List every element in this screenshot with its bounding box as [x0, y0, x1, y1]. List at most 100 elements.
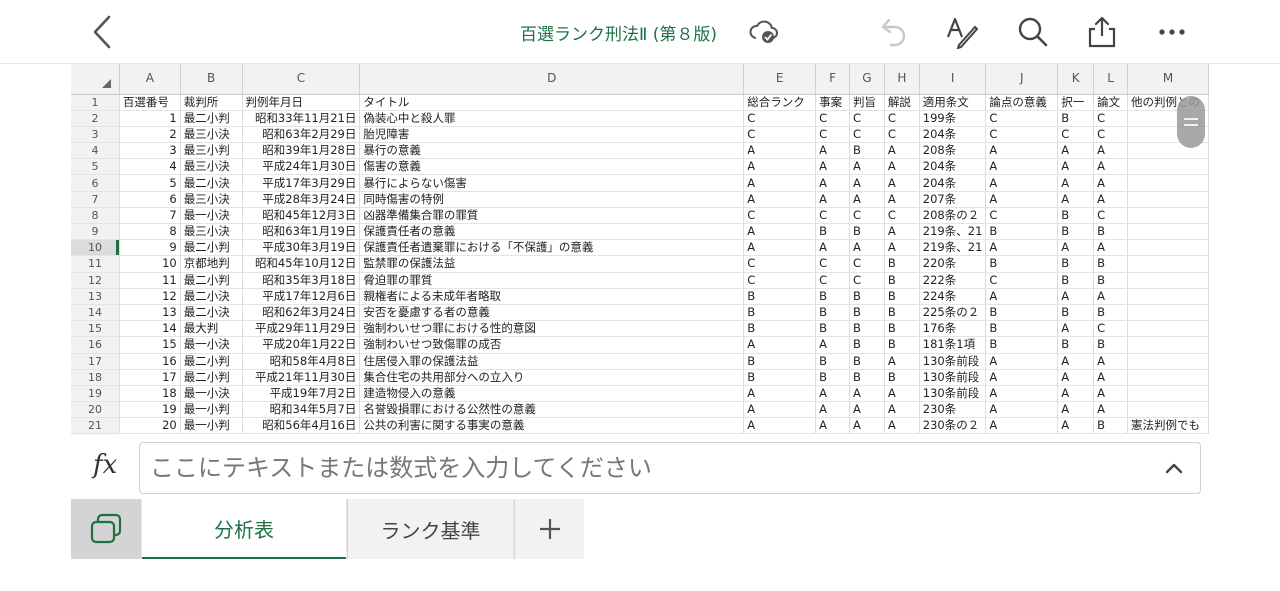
- cell-J[interactable]: A: [985, 191, 1059, 208]
- cell-F[interactable]: B: [815, 369, 851, 386]
- cell-G[interactable]: B: [849, 336, 885, 354]
- cell-E[interactable]: B: [743, 304, 817, 322]
- cell-F[interactable]: B: [815, 288, 851, 305]
- cell-C[interactable]: 昭和56年4月16日: [242, 417, 361, 435]
- cell-K[interactable]: A: [1057, 401, 1095, 419]
- cell-E[interactable]: A: [743, 401, 817, 419]
- cell-H[interactable]: A: [884, 239, 920, 257]
- cell-L[interactable]: C: [1093, 126, 1129, 144]
- column-header-M[interactable]: M: [1127, 64, 1209, 95]
- cell-A[interactable]: 8: [119, 223, 181, 241]
- search-icon[interactable]: [1011, 10, 1055, 54]
- cell-D[interactable]: 偽装心中と殺人罪: [359, 110, 745, 127]
- row-header[interactable]: 6: [71, 174, 120, 192]
- cell-J[interactable]: B: [985, 223, 1059, 241]
- cell-D[interactable]: 監禁罪の保護法益: [359, 255, 745, 273]
- cell-H[interactable]: C: [884, 126, 920, 144]
- cell-G[interactable]: B: [849, 288, 885, 305]
- cell-C[interactable]: 昭和63年1月19日: [242, 223, 361, 241]
- cell-I[interactable]: 230条: [919, 401, 987, 419]
- cell-E[interactable]: A: [743, 336, 817, 354]
- cell-A[interactable]: 1: [119, 110, 181, 127]
- cell-J[interactable]: C: [985, 207, 1059, 225]
- cell-C[interactable]: 昭和63年2月29日: [242, 126, 361, 144]
- cell-I[interactable]: 208条の２: [919, 207, 987, 225]
- cell-F[interactable]: A: [815, 417, 851, 435]
- cell-B[interactable]: 最一小判: [180, 401, 243, 419]
- cell-G[interactable]: B: [849, 369, 885, 386]
- cell-F[interactable]: C: [815, 110, 851, 127]
- row-header[interactable]: 8: [71, 207, 120, 225]
- spreadsheet-grid[interactable]: ABCDEFGHIJKLM 1 百選番号 裁判所 判例年月日 タイトル 総合ランク 事案 判旨…: [71, 64, 1209, 439]
- cell-H[interactable]: A: [884, 174, 920, 192]
- cell-K[interactable]: A: [1057, 239, 1095, 257]
- cell-I[interactable]: 181条1項: [919, 336, 987, 354]
- cell-D[interactable]: 同時傷害の特例: [359, 191, 745, 208]
- cell-D[interactable]: 暴行の意義: [359, 142, 745, 160]
- cell-D[interactable]: 胎児障害: [359, 126, 745, 144]
- cell-K[interactable]: A: [1057, 191, 1095, 208]
- cell-L[interactable]: A: [1093, 353, 1129, 370]
- cell-B[interactable]: 最一小決: [180, 385, 243, 403]
- select-all-corner[interactable]: [71, 64, 120, 95]
- cell-A[interactable]: 13: [119, 304, 181, 322]
- cell-J[interactable]: A: [985, 401, 1059, 419]
- cell-J[interactable]: A: [985, 385, 1059, 403]
- cell-L[interactable]: A: [1093, 142, 1129, 160]
- cell-H[interactable]: 解説: [884, 94, 920, 111]
- cell-G[interactable]: A: [849, 158, 885, 176]
- cell-G[interactable]: B: [849, 353, 885, 370]
- row-header[interactable]: 21: [71, 417, 120, 435]
- cell-I[interactable]: 219条、21: [919, 223, 987, 241]
- cell-G[interactable]: 判旨: [849, 94, 885, 111]
- column-header-J[interactable]: J: [985, 64, 1059, 95]
- cell-M[interactable]: [1127, 336, 1209, 354]
- column-header-H[interactable]: H: [884, 64, 920, 95]
- cell-M[interactable]: [1127, 320, 1209, 338]
- cell-G[interactable]: A: [849, 401, 885, 419]
- cell-I[interactable]: 204条: [919, 174, 987, 192]
- cell-F[interactable]: 事案: [815, 94, 851, 111]
- cell-K[interactable]: A: [1057, 174, 1095, 192]
- cell-A[interactable]: 7: [119, 207, 181, 225]
- cell-D[interactable]: タイトル: [359, 94, 745, 111]
- cell-G[interactable]: A: [849, 385, 885, 403]
- cell-B[interactable]: 最二小判: [180, 239, 243, 257]
- cell-I[interactable]: 199条: [919, 110, 987, 127]
- cell-B[interactable]: 最三小決: [180, 126, 243, 144]
- back-chevron-icon[interactable]: [80, 10, 124, 54]
- cloud-synced-icon[interactable]: [742, 10, 786, 54]
- column-header-E[interactable]: E: [743, 64, 817, 95]
- cell-G[interactable]: A: [849, 239, 885, 257]
- cell-F[interactable]: A: [815, 336, 851, 354]
- cell-A[interactable]: 16: [119, 353, 181, 370]
- cell-C[interactable]: 昭和58年4月8日: [242, 353, 361, 370]
- cell-H[interactable]: B: [884, 288, 920, 305]
- cell-E[interactable]: C: [743, 272, 817, 289]
- column-header-F[interactable]: F: [815, 64, 851, 95]
- cell-M[interactable]: [1127, 191, 1209, 208]
- cell-J[interactable]: 論点の意義: [985, 94, 1059, 111]
- cell-K[interactable]: A: [1057, 158, 1095, 176]
- cell-B[interactable]: 最一小判: [180, 417, 243, 435]
- cell-G[interactable]: B: [849, 320, 885, 338]
- cell-L[interactable]: A: [1093, 158, 1129, 176]
- cell-D[interactable]: 保護責任者遺棄罪における「不保護」の意義: [359, 239, 745, 257]
- row-header[interactable]: 10: [71, 239, 120, 257]
- row-header[interactable]: 13: [71, 288, 120, 305]
- cell-C[interactable]: 昭和39年1月28日: [242, 142, 361, 160]
- cell-L[interactable]: B: [1093, 304, 1129, 322]
- share-icon[interactable]: [1080, 10, 1124, 54]
- cell-G[interactable]: A: [849, 174, 885, 192]
- cell-J[interactable]: B: [985, 304, 1059, 322]
- cell-L[interactable]: B: [1093, 417, 1129, 435]
- cell-K[interactable]: B: [1057, 255, 1095, 273]
- cell-K[interactable]: B: [1057, 223, 1095, 241]
- add-sheet-button[interactable]: [514, 499, 584, 559]
- cell-D[interactable]: 凶器準備集合罪の罪質: [359, 207, 745, 225]
- cell-H[interactable]: A: [884, 385, 920, 403]
- cell-L[interactable]: A: [1093, 385, 1129, 403]
- cell-C[interactable]: 平成20年1月22日: [242, 336, 361, 354]
- cell-I[interactable]: 230条の２: [919, 417, 987, 435]
- cell-L[interactable]: A: [1093, 191, 1129, 208]
